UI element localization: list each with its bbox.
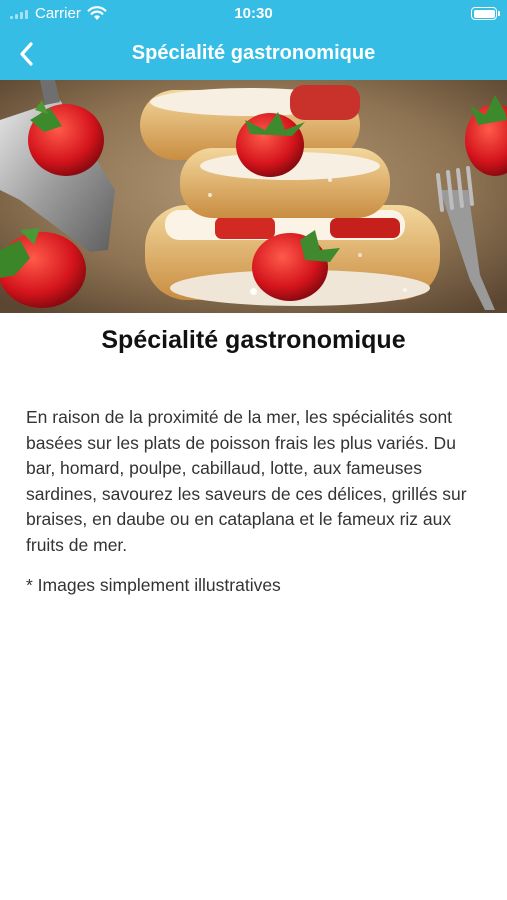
app-header: Carrier 10:30 Spécialité gastronomique bbox=[0, 0, 507, 80]
carousel-page-indicator[interactable] bbox=[0, 288, 507, 295]
chevron-left-icon bbox=[20, 42, 33, 66]
navigation-bar: Spécialité gastronomique bbox=[0, 28, 507, 80]
hero-image-carousel[interactable] bbox=[0, 80, 507, 313]
status-time: 10:30 bbox=[234, 5, 273, 22]
description-text: En raison de la proximité de la mer, les… bbox=[26, 407, 467, 555]
content-title: Spécialité gastronomique bbox=[101, 326, 406, 354]
nav-title: Spécialité gastronomique bbox=[131, 42, 376, 64]
back-button[interactable] bbox=[8, 36, 44, 72]
carousel-dot-active[interactable] bbox=[250, 288, 257, 295]
status-bar: Carrier 10:30 bbox=[0, 0, 507, 28]
battery-icon bbox=[471, 7, 500, 20]
hero-image bbox=[0, 80, 507, 313]
disclaimer-text: * Images simplement illustratives bbox=[26, 575, 281, 595]
